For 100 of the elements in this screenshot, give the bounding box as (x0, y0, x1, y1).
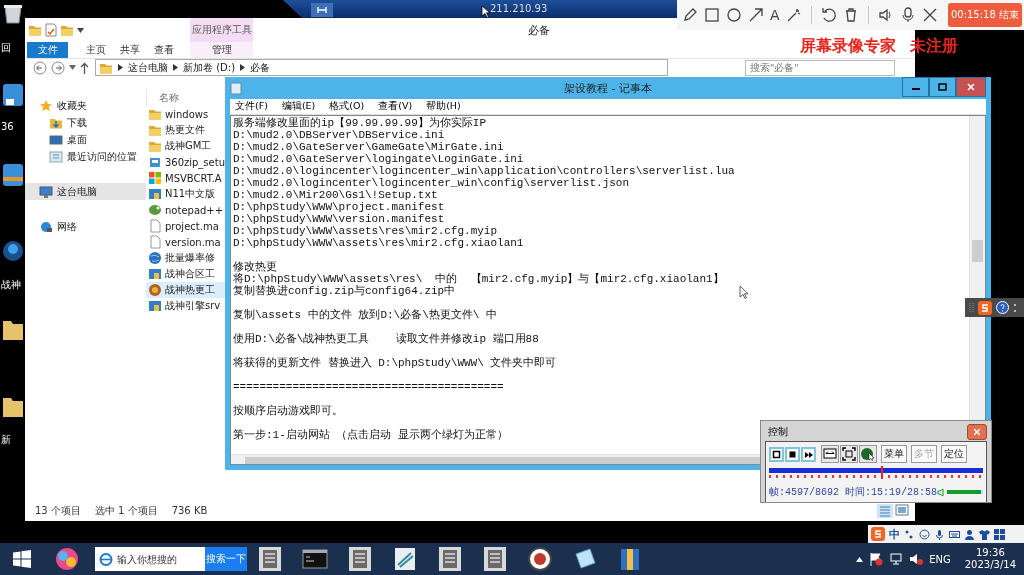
progress-marker[interactable] (881, 466, 884, 479)
ribbon-tab[interactable]: 文件 (27, 42, 68, 58)
circle-icon[interactable] (726, 7, 742, 23)
caret-icon[interactable] (69, 65, 76, 70)
clock[interactable]: 19:36 2023/3/14 (964, 547, 1016, 571)
wand-icon[interactable] (785, 7, 802, 23)
thumbnail-view-icon[interactable] (895, 503, 909, 516)
properties-icon[interactable] (45, 23, 57, 37)
nav-item[interactable]: 收藏夹 (25, 97, 146, 114)
flag-icon[interactable] (869, 552, 884, 566)
file-item[interactable]: notepad++ (146, 202, 225, 218)
smiley-icon[interactable] (919, 528, 930, 540)
nav-item[interactable]: 最近访问的位置 (25, 148, 146, 165)
nav-item[interactable]: 下载 (25, 114, 146, 131)
ribbon-tab[interactable]: 共享 (120, 42, 140, 58)
menu-item[interactable]: 编辑(E) (281, 100, 316, 113)
icon-label: 战神 (1, 279, 21, 290)
file-item[interactable]: 战神引擎srv (146, 298, 225, 314)
speaker-icon[interactable] (877, 7, 894, 23)
input-method-icon[interactable] (978, 300, 992, 315)
microphone-icon[interactable] (934, 528, 945, 540)
nav-item[interactable]: 桌面 (25, 131, 146, 148)
close-button[interactable] (967, 423, 988, 440)
arrow-icon[interactable] (748, 7, 764, 23)
file-item[interactable]: windows (146, 106, 225, 122)
keyboard-icon[interactable] (949, 528, 960, 540)
file-item[interactable]: project.ma (146, 218, 225, 234)
view-toggle-button[interactable] (859, 445, 877, 463)
breadcrumb-item[interactable]: 必备 (250, 60, 271, 75)
file-item[interactable]: 战神热更工 (146, 282, 225, 298)
user-icon[interactable] (964, 528, 975, 540)
shirt-icon[interactable] (979, 528, 990, 540)
chevron-icon (118, 64, 123, 71)
text-line: D:\mud2.0\Mir200\Gs1\!Setup.txt (233, 189, 438, 201)
tiles-icon (148, 171, 162, 185)
pin-button[interactable] (311, 2, 333, 17)
undo-icon[interactable] (820, 7, 837, 23)
text-line: 按顺序启动游戏即可。 (233, 405, 343, 417)
start-icon (13, 550, 31, 568)
network-icon[interactable] (889, 552, 904, 566)
text-line: D:\phpStudy\WWW\assets\res\mir2.cfg.xiaolan1 (233, 237, 524, 249)
playback-button[interactable] (801, 446, 816, 462)
search-button[interactable]: 搜索一下 (205, 547, 247, 571)
file-item[interactable]: 战神合区工 (146, 266, 225, 282)
punctuation-icon[interactable] (904, 528, 915, 540)
computer-icon (39, 184, 53, 199)
search-input[interactable]: 输入你想搜的 (117, 553, 197, 565)
muted-speaker-icon[interactable] (909, 552, 924, 566)
text-tool-button[interactable]: A (770, 7, 780, 23)
up-arrow-icon[interactable] (80, 61, 89, 74)
close-button[interactable] (956, 77, 986, 97)
folder-icon (28, 23, 42, 37)
context-tab-label: 应用程序工具 (191, 23, 252, 37)
file-item[interactable]: 战神GM工 (146, 138, 225, 154)
breadcrumb-item[interactable]: 新加卷 (D:) (183, 60, 236, 75)
address-bar[interactable]: 这台电脑 新加卷 (D:) 必备 (95, 59, 668, 76)
file-item[interactable]: 360zip_setu (146, 154, 225, 170)
file-item[interactable]: 批量爆率修 (146, 250, 225, 266)
text-line: D:\mud2.0\DBServer\DBService.ini (233, 129, 445, 141)
close-icon[interactable] (921, 7, 938, 23)
grid-icon[interactable] (994, 528, 1005, 540)
ribbon-tab[interactable]: 主页 (86, 42, 106, 58)
menu-item[interactable]: 文件(F) (235, 100, 268, 113)
menu-item[interactable]: 查看(V) (378, 100, 413, 113)
control-button[interactable]: 菜单 (881, 445, 907, 463)
playback-button[interactable] (769, 446, 784, 462)
pencil-icon[interactable] (682, 7, 698, 23)
ribbon-tab[interactable]: 管理 (190, 42, 253, 58)
menu-item[interactable]: 帮助(H) (426, 100, 461, 113)
input-language[interactable]: ENG (929, 553, 951, 565)
back-icon[interactable] (33, 60, 47, 75)
control-button[interactable]: 定位 (941, 445, 967, 463)
rectangle-icon[interactable] (704, 7, 720, 23)
view-toggle-button[interactable] (821, 445, 839, 463)
caret-icon[interactable] (77, 27, 84, 33)
ribbon-tab[interactable]: 查看 (154, 42, 174, 58)
input-mode[interactable]: 中 (889, 526, 900, 542)
search-box[interactable]: 输入你想搜的 (95, 547, 205, 571)
show-hidden-icons-icon[interactable] (856, 556, 864, 562)
file-item[interactable]: MSVBCRT.A (146, 170, 225, 186)
breadcrumb-item[interactable]: 这台电脑 (128, 60, 168, 75)
minimize-button[interactable] (902, 77, 929, 97)
playback-button[interactable] (785, 446, 800, 462)
search-field[interactable]: 搜索"必备" (745, 59, 895, 76)
file-item[interactable]: version.ma (146, 234, 225, 250)
view-toggle-button[interactable] (840, 445, 858, 463)
network-icon (39, 219, 53, 234)
file-item[interactable]: 热更文件 (146, 122, 225, 138)
maximize-button[interactable] (929, 77, 956, 97)
progress-track[interactable] (769, 468, 984, 479)
forward-icon[interactable] (51, 60, 65, 75)
nav-item[interactable]: 这台电脑 (25, 183, 146, 200)
microphone-icon[interactable] (899, 7, 916, 23)
chevron-icon (173, 64, 178, 71)
icon-label: 新 (1, 434, 11, 445)
help-icon[interactable] (996, 301, 1009, 314)
nav-item[interactable]: 网络 (25, 218, 146, 235)
input-method-icon[interactable] (871, 527, 885, 541)
menu-item[interactable]: 格式(O) (329, 100, 365, 113)
file-item[interactable]: N11中文版 (146, 186, 225, 202)
